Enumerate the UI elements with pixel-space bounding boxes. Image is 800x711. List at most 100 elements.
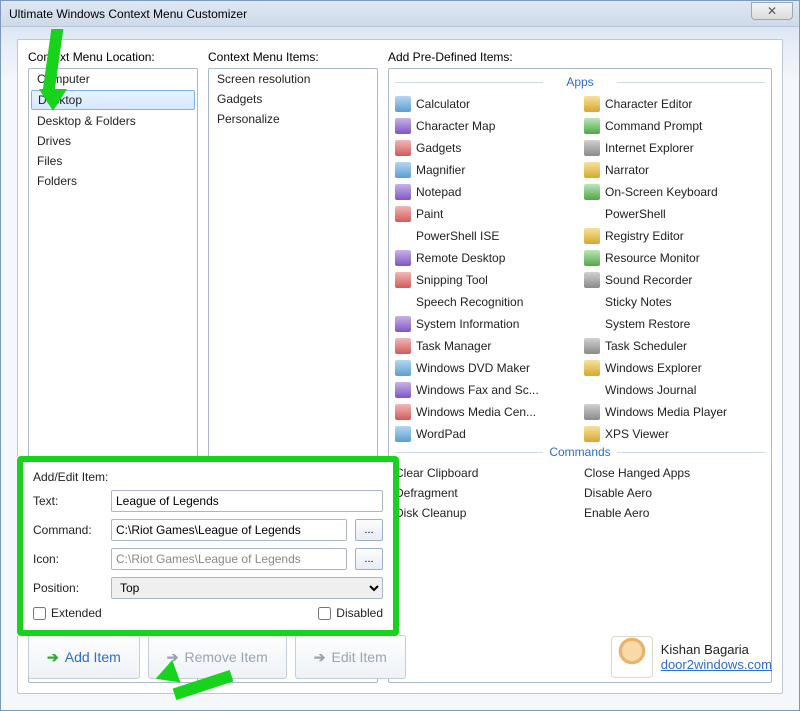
command-label: Command:	[33, 523, 103, 537]
extended-checkbox[interactable]	[33, 607, 46, 620]
predefined-app-item[interactable]: Magnifier	[395, 161, 576, 179]
predefined-app-item[interactable]: Remote Desktop	[395, 249, 576, 267]
app-icon	[584, 96, 600, 112]
predefined-app-item[interactable]: On-Screen Keyboard	[584, 183, 765, 201]
command-browse-button[interactable]: ...	[355, 519, 383, 541]
app-icon	[584, 206, 600, 222]
app-icon	[584, 360, 600, 376]
app-icon	[584, 294, 600, 310]
predefined-app-item[interactable]: Resource Monitor	[584, 249, 765, 267]
add-icon: ➔	[47, 649, 59, 666]
app-label: Remote Desktop	[416, 251, 505, 265]
app-label: Narrator	[605, 163, 649, 177]
predefined-app-item[interactable]: Speech Recognition	[395, 293, 576, 311]
context-item[interactable]: Gadgets	[209, 89, 377, 109]
command-input[interactable]	[111, 519, 347, 541]
predefined-app-item[interactable]: Registry Editor	[584, 227, 765, 245]
add-item-button[interactable]: ➔ Add Item	[28, 635, 140, 679]
predefined-app-item[interactable]: Sound Recorder	[584, 271, 765, 289]
add-edit-panel: Add/Edit Item: Text: Command: ... Icon: …	[17, 456, 399, 636]
location-item[interactable]: Desktop & Folders	[29, 111, 197, 131]
predefined-app-item[interactable]: Notepad	[395, 183, 576, 201]
app-label: System Information	[416, 317, 519, 331]
disabled-checkbox[interactable]	[318, 607, 331, 620]
app-icon	[395, 316, 411, 332]
predefined-command-item[interactable]: Disk Cleanup	[395, 505, 576, 521]
author-site-link[interactable]: door2windows.com	[661, 657, 772, 672]
predefined-app-item[interactable]: Snipping Tool	[395, 271, 576, 289]
predefined-app-item[interactable]: PowerShell	[584, 205, 765, 223]
titlebar: Ultimate Windows Context Menu Customizer…	[1, 1, 799, 27]
predefined-app-item[interactable]: Sticky Notes	[584, 293, 765, 311]
app-label: Registry Editor	[605, 229, 684, 243]
edit-icon: ➔	[314, 649, 326, 666]
app-label: WordPad	[416, 427, 466, 441]
predefined-command-item[interactable]: Enable Aero	[584, 505, 765, 521]
app-icon	[395, 250, 411, 266]
predefined-app-item[interactable]: Task Manager	[395, 337, 576, 355]
app-label: Speech Recognition	[416, 295, 523, 309]
location-item[interactable]: Drives	[29, 131, 197, 151]
close-button[interactable]: ✕	[751, 2, 793, 20]
predefined-app-item[interactable]: Character Map	[395, 117, 576, 135]
predefined-app-item[interactable]: Windows Journal	[584, 381, 765, 399]
predefined-command-item[interactable]: Disable Aero	[584, 485, 765, 501]
credit: Kishan Bagaria door2windows.com	[611, 636, 772, 678]
icon-browse-button[interactable]: ...	[355, 548, 383, 570]
app-label: XPS Viewer	[605, 427, 669, 441]
predefined-app-item[interactable]: Windows Fax and Sc...	[395, 381, 576, 399]
edit-item-button[interactable]: ➔ Edit Item	[295, 635, 406, 679]
predefined-app-item[interactable]: WordPad	[395, 425, 576, 443]
app-icon	[395, 96, 411, 112]
location-item[interactable]: Files	[29, 151, 197, 171]
app-label: Windows Explorer	[605, 361, 702, 375]
predefined-command-item[interactable]: Defragment	[395, 485, 576, 501]
position-label: Position:	[33, 581, 103, 595]
disabled-checkbox-label[interactable]: Disabled	[318, 606, 383, 620]
app-label: Windows Media Cen...	[416, 405, 536, 419]
text-input[interactable]	[111, 490, 383, 512]
app-icon	[395, 294, 411, 310]
predefined-app-item[interactable]: System Information	[395, 315, 576, 333]
app-label: System Restore	[605, 317, 690, 331]
app-icon	[584, 316, 600, 332]
position-select[interactable]: Top	[111, 577, 383, 599]
app-icon	[395, 338, 411, 354]
app-label: PowerShell	[605, 207, 666, 221]
predefined-app-item[interactable]: System Restore	[584, 315, 765, 333]
extended-checkbox-label[interactable]: Extended	[33, 606, 102, 620]
predefined-command-item[interactable]: Close Hanged Apps	[584, 465, 765, 481]
predefined-app-item[interactable]: Internet Explorer	[584, 139, 765, 157]
edit-item-label: Edit Item	[331, 649, 386, 665]
context-item[interactable]: Screen resolution	[209, 69, 377, 89]
predefined-app-item[interactable]: Windows Media Player	[584, 403, 765, 421]
context-item[interactable]: Personalize	[209, 109, 377, 129]
predefined-app-item[interactable]: Windows Media Cen...	[395, 403, 576, 421]
app-label: Snipping Tool	[416, 273, 488, 287]
predefined-panel[interactable]: Apps CalculatorCharacter EditorCharacter…	[388, 68, 772, 683]
predefined-app-item[interactable]: Windows Explorer	[584, 359, 765, 377]
predefined-app-item[interactable]: Gadgets	[395, 139, 576, 157]
icon-input[interactable]	[111, 548, 347, 570]
app-icon	[395, 404, 411, 420]
predefined-app-item[interactable]: Task Scheduler	[584, 337, 765, 355]
predefined-command-item[interactable]: Clear Clipboard	[395, 465, 576, 481]
predefined-app-item[interactable]: Windows DVD Maker	[395, 359, 576, 377]
remove-item-label: Remove Item	[185, 649, 268, 665]
app-icon	[395, 184, 411, 200]
predefined-app-item[interactable]: PowerShell ISE	[395, 227, 576, 245]
add-edit-title: Add/Edit Item:	[33, 470, 383, 484]
predefined-app-item[interactable]: Calculator	[395, 95, 576, 113]
app-icon	[395, 272, 411, 288]
predefined-app-item[interactable]: Paint	[395, 205, 576, 223]
predefined-app-item[interactable]: Command Prompt	[584, 117, 765, 135]
predefined-app-item[interactable]: XPS Viewer	[584, 425, 765, 443]
predefined-app-item[interactable]: Narrator	[584, 161, 765, 179]
app-label: Windows Journal	[605, 383, 696, 397]
predefined-header: Add Pre-Defined Items:	[388, 50, 772, 64]
predefined-app-item[interactable]: Character Editor	[584, 95, 765, 113]
window-title: Ultimate Windows Context Menu Customizer	[9, 7, 247, 21]
add-item-label: Add Item	[65, 649, 121, 665]
location-item[interactable]: Folders	[29, 171, 197, 191]
text-label: Text:	[33, 494, 103, 508]
